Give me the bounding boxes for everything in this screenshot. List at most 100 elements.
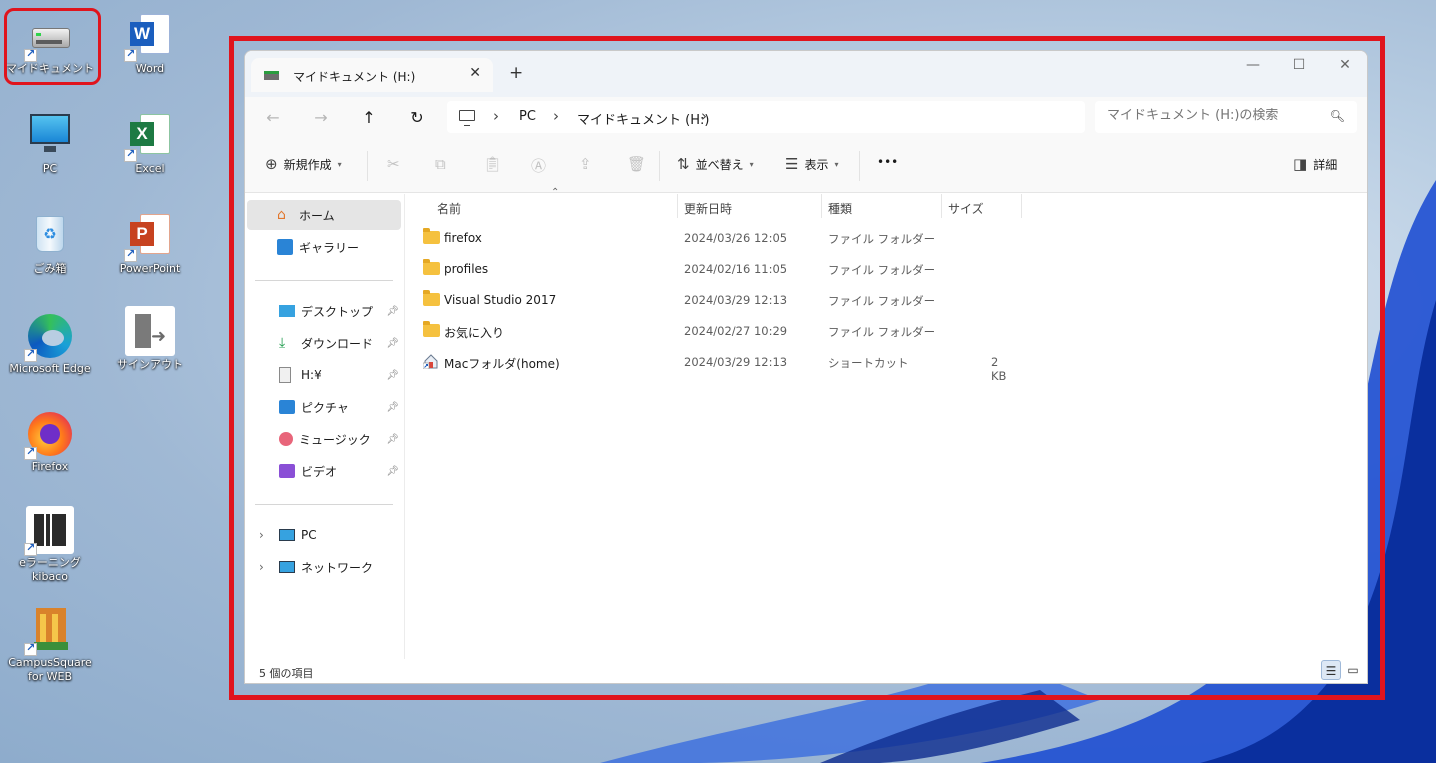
column-divider (821, 194, 822, 218)
chevron-right-icon[interactable]: › (553, 107, 559, 125)
copy-button[interactable]: ⧉ (435, 155, 446, 173)
paste-button[interactable]: 📋︎ (483, 155, 502, 173)
sidebar-item-home[interactable]: ⌂ ホーム (247, 200, 401, 230)
details-label: 詳細 (1313, 157, 1338, 172)
shortcut-arrow-icon (24, 641, 37, 656)
sidebar-item-network[interactable]: › ネットワーク (247, 552, 401, 582)
desktop-icon-campussquare[interactable]: CampusSquare for WEB (2, 606, 98, 684)
desktop-icon-sign-out[interactable]: ➜ サインアウト (102, 306, 198, 372)
highlight-my-documents-icon (4, 8, 101, 85)
desktop-icon-label: サインアウト (117, 358, 183, 371)
delete-button[interactable]: 🗑︎ (627, 155, 646, 173)
desktop-icon-kibaco[interactable]: eラーニングkibaco (2, 506, 98, 584)
sidebar-item-desktop[interactable]: デスクトップ 📌︎ (247, 296, 401, 326)
details-view-button[interactable]: ☰ (1321, 660, 1341, 680)
sidebar-item-label: ギャラリー (299, 240, 360, 255)
view-button[interactable]: ☰ 表示 ▾ (785, 155, 838, 173)
column-header-name[interactable]: 名前 (437, 194, 461, 224)
up-button[interactable]: ↑ (355, 105, 383, 131)
breadcrumb-my-documents[interactable]: マイドキュメント (H:) (577, 109, 709, 128)
pin-icon[interactable]: 📌︎ (386, 370, 399, 381)
share-icon: ⇪ (579, 155, 592, 173)
drive-icon (264, 71, 279, 80)
shortcut-arrow-icon (124, 247, 137, 262)
scissors-icon: ✂ (387, 155, 400, 173)
pin-icon[interactable]: 📌︎ (386, 306, 399, 317)
address-bar[interactable]: › PC › マイドキュメント (H:) › (447, 101, 1085, 133)
file-date: 2024/03/29 12:13 (684, 293, 788, 307)
clipboard-icon: 📋︎ (483, 155, 503, 173)
share-button[interactable]: ⇪ (579, 155, 592, 173)
sidebar-item-label: ピクチャ (301, 400, 349, 415)
rename-button[interactable]: Ⓐ (531, 155, 546, 176)
back-button[interactable]: ← (259, 105, 287, 131)
sidebar-item-music[interactable]: ミュージック 📌︎ (247, 424, 401, 454)
desktop-icon-recycle-bin[interactable]: ♻ ごみ箱 (2, 212, 98, 276)
download-icon: ⤓ (279, 335, 286, 351)
chevron-right-icon[interactable]: › (493, 107, 499, 125)
chevron-down-icon: ▾ (749, 159, 754, 169)
chevron-right-icon[interactable]: › (259, 528, 264, 542)
new-tab-button[interactable]: + (509, 63, 523, 83)
desktop-icon-edge[interactable]: Microsoft Edge (2, 312, 98, 376)
pin-icon[interactable]: 📌︎ (386, 338, 399, 349)
breadcrumb-pc[interactable]: PC (519, 109, 536, 124)
desktop-icon-excel[interactable]: X Excel (102, 112, 198, 176)
sort-button[interactable]: ⇅ 並べ替え ▾ (677, 155, 754, 173)
file-row-firefox[interactable]: firefox 2024/03/26 12:05 ファイル フォルダー (415, 223, 1015, 253)
maximize-button[interactable]: ☐ (1279, 57, 1319, 73)
monitor-icon (279, 529, 295, 541)
column-header-date[interactable]: 更新日時 (684, 194, 732, 224)
file-row-visual-studio[interactable]: Visual Studio 2017 2024/03/29 12:13 ファイル… (415, 285, 1015, 315)
folder-icon (423, 290, 440, 306)
minimize-button[interactable]: — (1233, 57, 1273, 73)
column-header-size[interactable]: サイズ (948, 194, 984, 224)
file-row-mac-folder[interactable]: Macフォルダ(home) 2024/03/29 12:13 ショートカット 2… (415, 347, 1015, 383)
divider (367, 151, 368, 181)
new-button[interactable]: ⊕ 新規作成 ▾ (265, 155, 342, 173)
file-row-profiles[interactable]: profiles 2024/02/16 11:05 ファイル フォルダー (415, 254, 1015, 284)
close-window-button[interactable]: ✕ (1325, 57, 1365, 73)
details-pane-button[interactable]: ◨ 詳細 (1293, 155, 1337, 173)
file-name: Visual Studio 2017 (444, 293, 557, 307)
sidebar-item-h-drive[interactable]: H:¥ 📌︎ (247, 360, 401, 390)
desktop-icon-powerpoint[interactable]: P PowerPoint (102, 212, 198, 276)
column-header-type[interactable]: 種類 (828, 194, 852, 224)
view-label: 表示 (804, 157, 829, 172)
close-tab-button[interactable]: ✕ (469, 65, 481, 81)
file-row-favorites[interactable]: お気に入り 2024/02/27 10:29 ファイル フォルダー (415, 316, 1015, 346)
tab-my-documents[interactable]: マイドキュメント (H:) ✕ (251, 58, 493, 92)
tiles-view-button[interactable]: ▭ (1343, 660, 1363, 680)
sidebar-item-videos[interactable]: ビデオ 📌︎ (247, 456, 401, 486)
file-date: 2024/02/27 10:29 (684, 324, 788, 338)
chevron-right-icon[interactable]: › (259, 560, 264, 574)
desktop-icon-word[interactable]: W Word (102, 12, 198, 76)
shortcut-arrow-icon (24, 347, 37, 362)
sort-icon: ⇅ (677, 155, 690, 173)
kibaco-icon (24, 506, 74, 556)
search-input[interactable] (1107, 108, 1327, 123)
forward-button[interactable]: → (307, 105, 335, 131)
desktop-icon-pc[interactable]: PC (2, 112, 98, 176)
desktop-icon-firefox[interactable]: Firefox (2, 410, 98, 474)
chevron-right-icon[interactable]: › (701, 107, 707, 125)
music-icon (279, 432, 293, 446)
desktop-icon-label: PowerPoint (119, 262, 181, 275)
recycle-bin-icon: ♻ (26, 212, 74, 260)
file-date: 2024/02/16 11:05 (684, 262, 788, 276)
sign-out-icon: ➜ (125, 306, 175, 356)
sidebar-item-gallery[interactable]: ギャラリー (247, 232, 401, 262)
monitor-icon (26, 112, 74, 160)
pin-icon[interactable]: 📌︎ (386, 434, 399, 445)
pin-icon[interactable]: 📌︎ (386, 466, 399, 477)
more-options-button[interactable]: ••• (877, 155, 898, 169)
sidebar-item-downloads[interactable]: ⤓ ダウンロード 📌︎ (247, 328, 401, 358)
pin-icon[interactable]: 📌︎ (386, 402, 399, 413)
sidebar-item-label: H:¥ (301, 368, 322, 382)
refresh-button[interactable]: ↻ (403, 105, 431, 131)
search-box[interactable]: 🔍︎ (1095, 101, 1357, 133)
cut-button[interactable]: ✂ (387, 155, 400, 173)
sort-label: 並べ替え (695, 157, 744, 172)
sidebar-item-pictures[interactable]: ピクチャ 📌︎ (247, 392, 401, 422)
sidebar-item-pc[interactable]: › PC (247, 520, 401, 550)
